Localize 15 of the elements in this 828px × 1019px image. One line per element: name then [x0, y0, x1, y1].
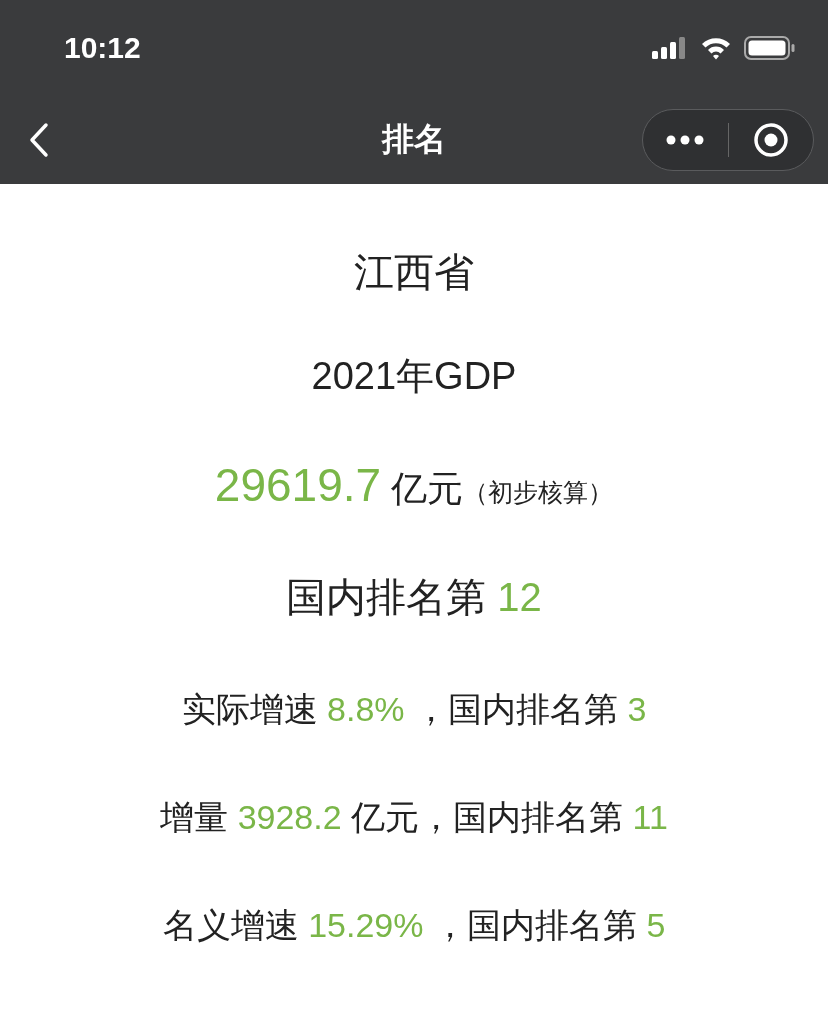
page-title: 排名: [382, 120, 446, 159]
stat-line: 国内排名第 12: [286, 574, 542, 621]
stat-line: 增量 3928.2 亿元，国内排名第 11: [160, 797, 668, 838]
stat-line: 名义增速 15.29% ，国内排名第 5: [162, 905, 666, 946]
signal-icon: [652, 37, 688, 59]
status-time: 10:12: [64, 31, 141, 65]
stat-line: 29619.7 亿元（初步核算）: [214, 458, 614, 513]
wifi-icon: [700, 36, 732, 60]
more-icon: [665, 135, 706, 145]
back-button[interactable]: [28, 122, 50, 158]
province-name: 江西省: [354, 249, 474, 296]
target-icon: [752, 122, 789, 158]
stat-line: 实际增速 8.8% ，国内排名第 3: [181, 689, 647, 730]
gdp-heading: 2021年GDP: [311, 354, 517, 399]
battery-icon: [744, 36, 796, 60]
